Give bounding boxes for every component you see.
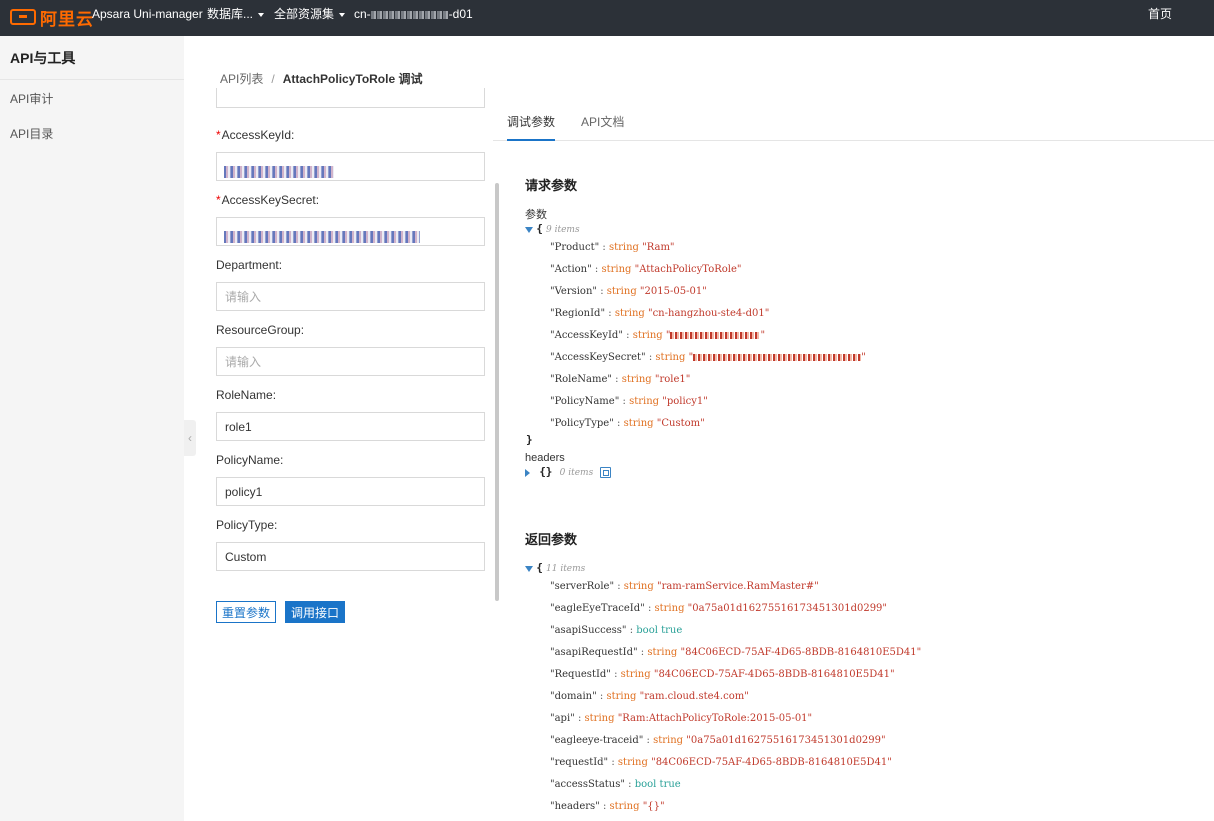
policytype-label: PolicyType:: [216, 518, 278, 532]
chevron-left-icon: ‹: [188, 431, 192, 445]
policyname-field: PolicyName:: [216, 451, 485, 506]
expand-icon: [525, 226, 533, 233]
json-row: "eagleeye-traceid" : string "0a75a01d162…: [550, 735, 886, 746]
breadcrumb-separator: /: [271, 72, 275, 86]
params-label: 参数: [525, 209, 547, 221]
region-suffix: -d01: [448, 7, 473, 21]
json-row: "RoleName" : string "role1": [550, 374, 691, 385]
rolename-field: RoleName:: [216, 386, 485, 441]
json-row: "RegionId" : string "cn-hangzhou-ste4-d0…: [550, 308, 770, 319]
sidebar-title: API与工具: [0, 36, 184, 80]
masked-value: [670, 332, 761, 339]
scrolled-input[interactable]: [216, 88, 485, 108]
json-row: "accessStatus" : bool true: [550, 779, 681, 790]
headers-braces: {}: [539, 465, 553, 478]
expand-icon: [525, 565, 533, 572]
policytype-field: PolicyType:: [216, 516, 485, 571]
masked-value: [224, 166, 334, 178]
call-api-button[interactable]: 调用接口: [285, 601, 345, 623]
accesskeyid-field: *AccessKeyId:: [216, 126, 485, 181]
resource-set-menu[interactable]: 全部资源集: [274, 0, 346, 36]
response-params-title: 返回参数: [525, 532, 578, 547]
open-brace: {: [536, 222, 543, 235]
tab-debug-params[interactable]: 调试参数: [507, 104, 556, 141]
chevron-down-icon: [339, 12, 346, 17]
expand-icon: [525, 468, 530, 477]
aliyun-logo[interactable]: 阿里云: [10, 5, 94, 29]
json-row: "serverRole" : string "ram-ramService.Ra…: [550, 581, 819, 592]
headers-label: headers: [525, 452, 565, 464]
sidebar-collapse-handle[interactable]: ‹: [184, 420, 196, 456]
json-row: "PolicyName" : string "policy1": [550, 396, 708, 407]
request-params-title: 请求参数: [525, 178, 578, 193]
json-row: "requestId" : string "84C06ECD-75AF-4D65…: [550, 757, 892, 768]
home-link[interactable]: 首页: [1148, 0, 1172, 36]
copy-icon[interactable]: [600, 467, 612, 478]
tab-bar: 调试参数 API文档: [493, 104, 1214, 141]
headers-json-root[interactable]: {} 0 items: [525, 465, 612, 478]
policytype-input[interactable]: [216, 542, 485, 571]
tab-api-docs[interactable]: API文档: [581, 104, 624, 141]
department-field: Department:: [216, 256, 485, 311]
department-input[interactable]: [216, 282, 485, 311]
region-masked-text: [370, 10, 449, 19]
response-json-root[interactable]: { 11 items: [525, 561, 585, 574]
json-row: "domain" : string "ram.cloud.ste4.com": [550, 691, 749, 702]
json-row: "eagleEyeTraceId" : string "0a75a01d1627…: [550, 603, 888, 614]
close-brace: }: [526, 433, 533, 446]
aliyun-logo-icon: [10, 9, 36, 25]
json-row: "Version" : string "2015-05-01": [550, 286, 707, 297]
policyname-label: PolicyName:: [216, 453, 284, 467]
item-count: 9 items: [546, 225, 580, 235]
department-label: Department:: [216, 258, 283, 272]
json-row: "Product" : string "Ram": [550, 242, 675, 253]
masked-value: [224, 231, 420, 243]
logo-text: 阿里云: [40, 9, 94, 29]
resource-set-label: 全部资源集: [274, 7, 335, 21]
item-count: 0 items: [559, 468, 594, 478]
reset-params-button[interactable]: 重置参数: [216, 601, 276, 623]
database-menu-label: 数据库...: [207, 7, 254, 21]
chevron-down-icon: [258, 12, 265, 17]
product-name[interactable]: Apsara Uni-manager: [92, 0, 203, 36]
json-row: "AccessKeyId" : string " ": [550, 330, 766, 341]
json-row: "asapiRequestId" : string "84C06ECD-75AF…: [550, 647, 922, 658]
json-row: "headers" : string "{}": [550, 801, 665, 812]
region-selector[interactable]: cn- -d01: [354, 0, 473, 36]
json-row: "RequestId" : string "84C06ECD-75AF-4D65…: [550, 669, 895, 680]
json-row: "asapiSuccess" : bool true: [550, 625, 683, 636]
request-json-tree: { 9 items "Product" : string "Ram" "Acti…: [525, 222, 1205, 462]
response-json-tree: { 11 items "serverRole" : string "ram-ra…: [525, 561, 1205, 821]
json-row: "AccessKeySecret" : string " ": [550, 352, 866, 363]
breadcrumb: API列表 / AttachPolicyToRole 调试: [220, 70, 422, 87]
form-scrollbar[interactable]: [495, 183, 499, 601]
accesskeysecret-field: *AccessKeySecret:: [216, 191, 485, 246]
accesskeysecret-label: *AccessKeySecret:: [216, 193, 320, 207]
resourcegroup-field: ResourceGroup:: [216, 321, 485, 376]
top-navbar: 阿里云 Apsara Uni-manager 数据库... 全部资源集 cn- -…: [0, 0, 1214, 36]
sidebar: API与工具 API审计 API目录: [0, 36, 184, 821]
sidebar-item-api-audit[interactable]: API审计: [0, 82, 184, 117]
breadcrumb-current: AttachPolicyToRole 调试: [282, 72, 423, 86]
request-json-root[interactable]: { 9 items: [525, 222, 580, 235]
region-prefix: cn-: [354, 7, 371, 21]
open-brace: {: [536, 561, 543, 574]
json-row: "api" : string "Ram:AttachPolicyToRole:2…: [550, 713, 813, 724]
rolename-input[interactable]: [216, 412, 485, 441]
json-row: "Action" : string "AttachPolicyToRole": [550, 264, 742, 275]
rolename-label: RoleName:: [216, 388, 277, 402]
policyname-input[interactable]: [216, 477, 485, 506]
headers-json-tree: {} 0 items: [525, 465, 725, 481]
required-mark: *: [216, 193, 221, 207]
masked-value: [693, 354, 862, 361]
json-row: "PolicyType" : string "Custom": [550, 418, 705, 429]
database-menu[interactable]: 数据库...: [207, 0, 265, 36]
required-mark: *: [216, 128, 221, 142]
resourcegroup-label: ResourceGroup:: [216, 323, 305, 337]
resourcegroup-input[interactable]: [216, 347, 485, 376]
item-count: 11 items: [546, 564, 586, 574]
accesskeyid-label: *AccessKeyId:: [216, 128, 295, 142]
sidebar-item-api-catalog[interactable]: API目录: [0, 117, 184, 152]
breadcrumb-api-list[interactable]: API列表: [220, 72, 263, 86]
